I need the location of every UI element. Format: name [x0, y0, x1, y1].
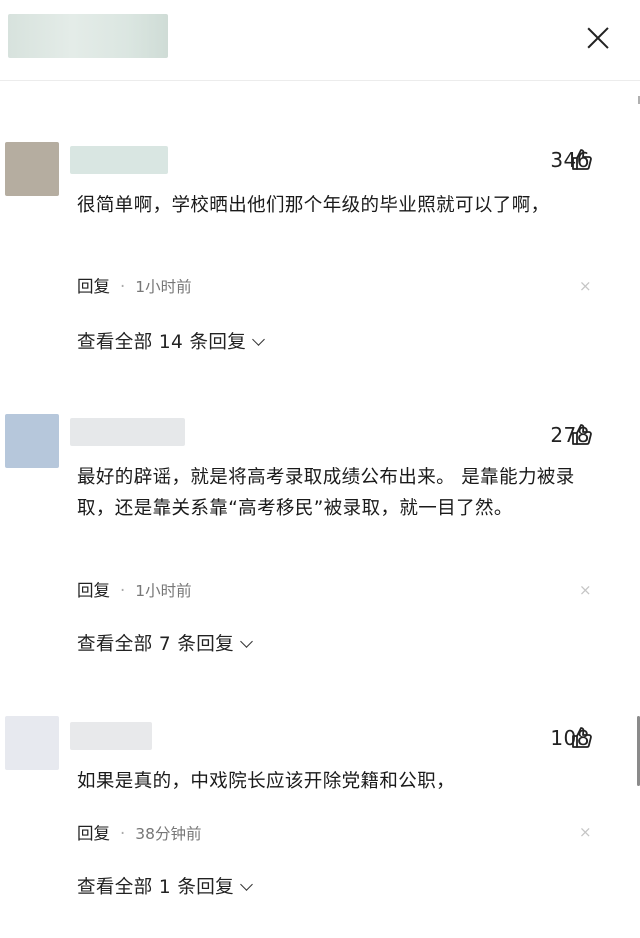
- comment-text: 最好的辟谣，就是将高考录取成绩公布出来。 是靠能力被录取，还是靠关系靠“高考移民…: [77, 467, 575, 519]
- meta-separator: ·: [120, 824, 126, 843]
- comment-time: 1小时前: [135, 278, 192, 296]
- thumbs-up-icon[interactable]: [570, 726, 594, 750]
- reply-button[interactable]: 回复: [77, 277, 110, 296]
- close-icon[interactable]: [582, 22, 614, 54]
- reply-button[interactable]: 回复: [77, 824, 110, 843]
- view-replies-label: 查看全部 14 条回复: [77, 332, 247, 353]
- comment-meta: 回复 · 38分钟前: [77, 820, 201, 844]
- comment-text: 很简单啊，学校晒出他们那个年级的毕业照就可以了啊，: [77, 195, 550, 216]
- dismiss-icon[interactable]: ×: [579, 277, 592, 295]
- comments-header: [0, 0, 640, 81]
- avatar[interactable]: [5, 142, 59, 196]
- chevron-down-icon: [252, 333, 266, 346]
- comment-text: 如果是真的，中戏院长应该开除党籍和公职，: [77, 771, 456, 792]
- comment-time: 38分钟前: [135, 825, 202, 843]
- chevron-down-icon: [240, 878, 253, 891]
- meta-separator: ·: [120, 581, 126, 600]
- avatar[interactable]: [5, 716, 59, 770]
- avatar[interactable]: [5, 414, 59, 468]
- view-replies-button[interactable]: 查看全部 14 条回复: [77, 328, 266, 354]
- comment-meta: 回复 · 1小时前: [77, 577, 192, 601]
- thumbs-up-icon[interactable]: [570, 148, 594, 172]
- username-blurred[interactable]: [70, 418, 185, 446]
- view-replies-button[interactable]: 查看全部 7 条回复: [77, 630, 253, 656]
- reply-button[interactable]: 回复: [77, 581, 110, 600]
- view-replies-label: 查看全部 1 条回复: [77, 877, 235, 898]
- username-blurred[interactable]: [70, 146, 168, 174]
- view-replies-label: 查看全部 7 条回复: [77, 634, 235, 655]
- header-title-blurred: [8, 14, 168, 58]
- comment-time: 1小时前: [135, 582, 192, 600]
- chevron-down-icon: [240, 635, 253, 648]
- comment-meta: 回复 · 1小时前: [77, 273, 192, 297]
- thumbs-up-icon[interactable]: [570, 423, 594, 447]
- view-replies-button[interactable]: 查看全部 1 条回复: [77, 873, 253, 899]
- meta-separator: ·: [120, 277, 126, 296]
- username-blurred[interactable]: [70, 722, 152, 750]
- dismiss-icon[interactable]: ×: [579, 581, 592, 599]
- dismiss-icon[interactable]: ×: [579, 823, 592, 841]
